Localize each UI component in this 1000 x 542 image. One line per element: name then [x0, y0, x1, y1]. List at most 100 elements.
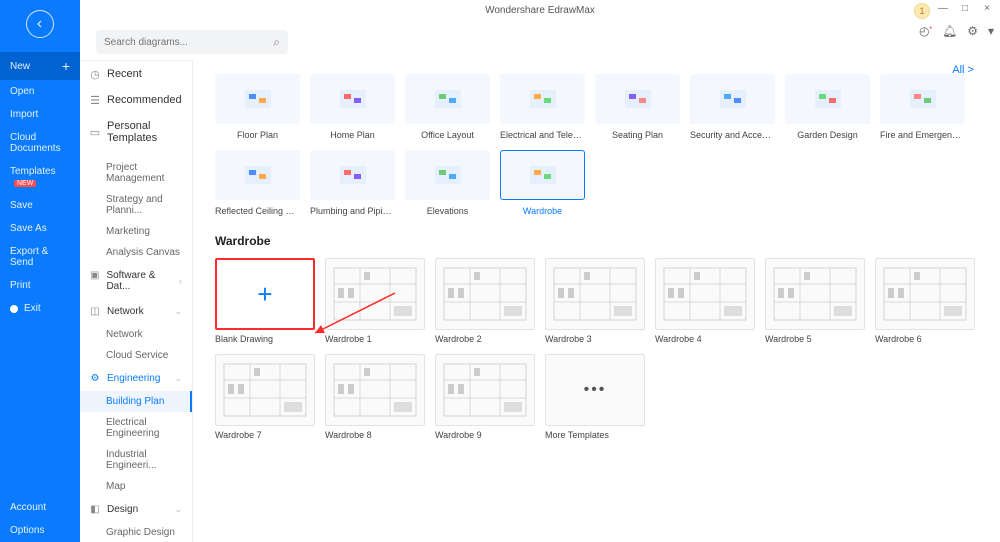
template-card[interactable]: ••• More Templates	[545, 354, 645, 440]
sidebar-sub-map[interactable]: Map	[80, 476, 192, 497]
category-label: Fire and Emergency Pl...	[880, 130, 965, 140]
gear-icon[interactable]: ⚙︎	[967, 24, 978, 38]
category-card[interactable]: Home Plan	[310, 74, 395, 140]
category-icon	[243, 87, 273, 111]
template-card[interactable]: + Blank Drawing	[215, 258, 315, 344]
template-card[interactable]: Wardrobe 6	[875, 258, 975, 344]
chevron-down-icon: ⌄	[174, 306, 182, 317]
template-row-1: + Blank Drawing Wardrobe 1 Wardrobe 2 Wa…	[215, 258, 982, 344]
sidebar-sub-cloud-service[interactable]: Cloud Service	[80, 345, 192, 366]
sidebar-item-label: Recommended	[107, 94, 182, 106]
sidebar-item-label: Exit	[24, 303, 41, 314]
design-icon: ◧	[90, 504, 100, 514]
template-thumb	[435, 258, 535, 330]
category-card[interactable]: Reflected Ceiling Plan	[215, 150, 300, 216]
sidebar-item-recommended[interactable]: ☰Recommended	[80, 87, 192, 113]
template-card[interactable]: Wardrobe 3	[545, 258, 645, 344]
sidebar-sub-strategy[interactable]: Strategy and Planni...	[80, 189, 192, 221]
plus-icon: +	[257, 279, 272, 310]
sidebar-sub-analysis-canvas[interactable]: Analysis Canvas	[80, 242, 192, 263]
category-card[interactable]: Fire and Emergency Pl...	[880, 74, 965, 140]
sidebar-item-recent[interactable]: ◷Recent	[80, 61, 192, 87]
template-card[interactable]: Wardrobe 7	[215, 354, 315, 440]
category-icon	[433, 87, 463, 111]
sidebar-item-label: Network	[107, 306, 144, 317]
category-label: Home Plan	[330, 130, 375, 140]
window-controls: — □ ×	[936, 3, 994, 14]
category-thumb	[880, 74, 965, 124]
close-icon[interactable]: ×	[980, 3, 994, 14]
sidebar-sub-marketing[interactable]: Marketing	[80, 221, 192, 242]
search-bar[interactable]: ⌕	[96, 30, 288, 54]
template-label: Wardrobe 5	[765, 334, 865, 344]
category-card[interactable]: Wardrobe	[500, 150, 585, 216]
sidebar-sub-electrical-eng[interactable]: Electrical Engineering	[80, 412, 192, 444]
category-card[interactable]: Garden Design	[785, 74, 870, 140]
sidebar-item-import[interactable]: Import	[0, 103, 80, 126]
category-card[interactable]: Floor Plan	[215, 74, 300, 140]
new-badge: NEW	[14, 180, 36, 187]
sidebar-item-print[interactable]: Print	[0, 274, 80, 297]
bell-icon[interactable]: 🔔︎	[942, 24, 957, 38]
sidebar-item-personal-templates[interactable]: ▭Personal Templates	[80, 113, 192, 151]
sidebar-item-save-as[interactable]: Save As	[0, 217, 80, 240]
sidebar-sub-project-management[interactable]: Project Management	[80, 157, 192, 189]
category-row-2: Reflected Ceiling Plan Plumbing and Pipi…	[215, 150, 982, 216]
minimize-icon[interactable]: —	[936, 3, 950, 14]
sidebar-item-new[interactable]: New +	[0, 52, 80, 80]
grid-icon[interactable]: ▾	[988, 24, 994, 38]
template-label: Wardrobe 8	[325, 430, 425, 440]
template-card[interactable]: Wardrobe 1	[325, 258, 425, 344]
all-link[interactable]: All >	[952, 64, 974, 76]
sidebar-item-label: Engineering	[107, 373, 160, 384]
category-card[interactable]: Elevations	[405, 150, 490, 216]
search-icon[interactable]: ⌕	[273, 35, 280, 50]
sidebar-item-options[interactable]: Options	[0, 519, 80, 542]
category-card[interactable]: Security and Access Pl...	[690, 74, 775, 140]
category-thumb	[785, 74, 870, 124]
sidebar-item-design[interactable]: ◧Design⌄	[80, 497, 192, 522]
template-thumb: •••	[545, 354, 645, 426]
sidebar-item-open[interactable]: Open	[0, 80, 80, 103]
back-button[interactable]	[26, 10, 54, 38]
sidebar-item-save[interactable]: Save	[0, 194, 80, 217]
template-label: Wardrobe 6	[875, 334, 975, 344]
category-card[interactable]: Electrical and Telecom...	[500, 74, 585, 140]
sidebar-sub-network[interactable]: Network	[80, 324, 192, 345]
category-row-1: Floor Plan Home Plan Office Layout Elect…	[215, 74, 982, 140]
category-label: Seating Plan	[612, 130, 663, 140]
sidebar-item-exit[interactable]: Exit	[0, 297, 80, 320]
category-card[interactable]: Seating Plan	[595, 74, 680, 140]
sidebar-item-software[interactable]: ▣Software & Dat...›	[80, 263, 192, 299]
sidebar-item-cloud-documents[interactable]: Cloud Documents	[0, 126, 80, 160]
category-icon	[908, 87, 938, 111]
category-thumb	[310, 74, 395, 124]
sidebar-item-account[interactable]: Account	[0, 496, 80, 519]
sidebar-item-export-send[interactable]: Export & Send	[0, 240, 80, 274]
sidebar-sub-graphic-design[interactable]: Graphic Design	[80, 522, 192, 542]
category-card[interactable]: Plumbing and Piping ...	[310, 150, 395, 216]
category-card[interactable]: Office Layout	[405, 74, 490, 140]
template-thumb	[545, 258, 645, 330]
user-badge[interactable]: 1	[914, 3, 930, 19]
category-thumb	[215, 150, 300, 200]
sidebar-sub-industrial-eng[interactable]: Industrial Engineeri...	[80, 444, 192, 476]
sidebar-item-templates[interactable]: Templates NEW	[0, 160, 80, 194]
main-content: All > Floor Plan Home Plan Office Layout…	[193, 60, 1000, 542]
template-card[interactable]: Wardrobe 9	[435, 354, 535, 440]
search-input[interactable]	[104, 37, 273, 48]
maximize-icon[interactable]: □	[958, 3, 972, 14]
sidebar-sub-building-plan[interactable]: Building Plan	[80, 391, 192, 412]
clock-icon[interactable]: ◴•	[919, 24, 932, 38]
plus-icon: +	[62, 58, 70, 74]
template-thumb	[655, 258, 755, 330]
sidebar-item-network[interactable]: ◫Network⌄	[80, 299, 192, 324]
template-card[interactable]: Wardrobe 5	[765, 258, 865, 344]
sidebar-item-engineering[interactable]: ⚙︎Engineering⌄	[80, 366, 192, 391]
template-card[interactable]: Wardrobe 8	[325, 354, 425, 440]
template-thumb	[325, 258, 425, 330]
template-label: Wardrobe 9	[435, 430, 535, 440]
category-icon	[718, 87, 748, 111]
template-card[interactable]: Wardrobe 4	[655, 258, 755, 344]
template-card[interactable]: Wardrobe 2	[435, 258, 535, 344]
